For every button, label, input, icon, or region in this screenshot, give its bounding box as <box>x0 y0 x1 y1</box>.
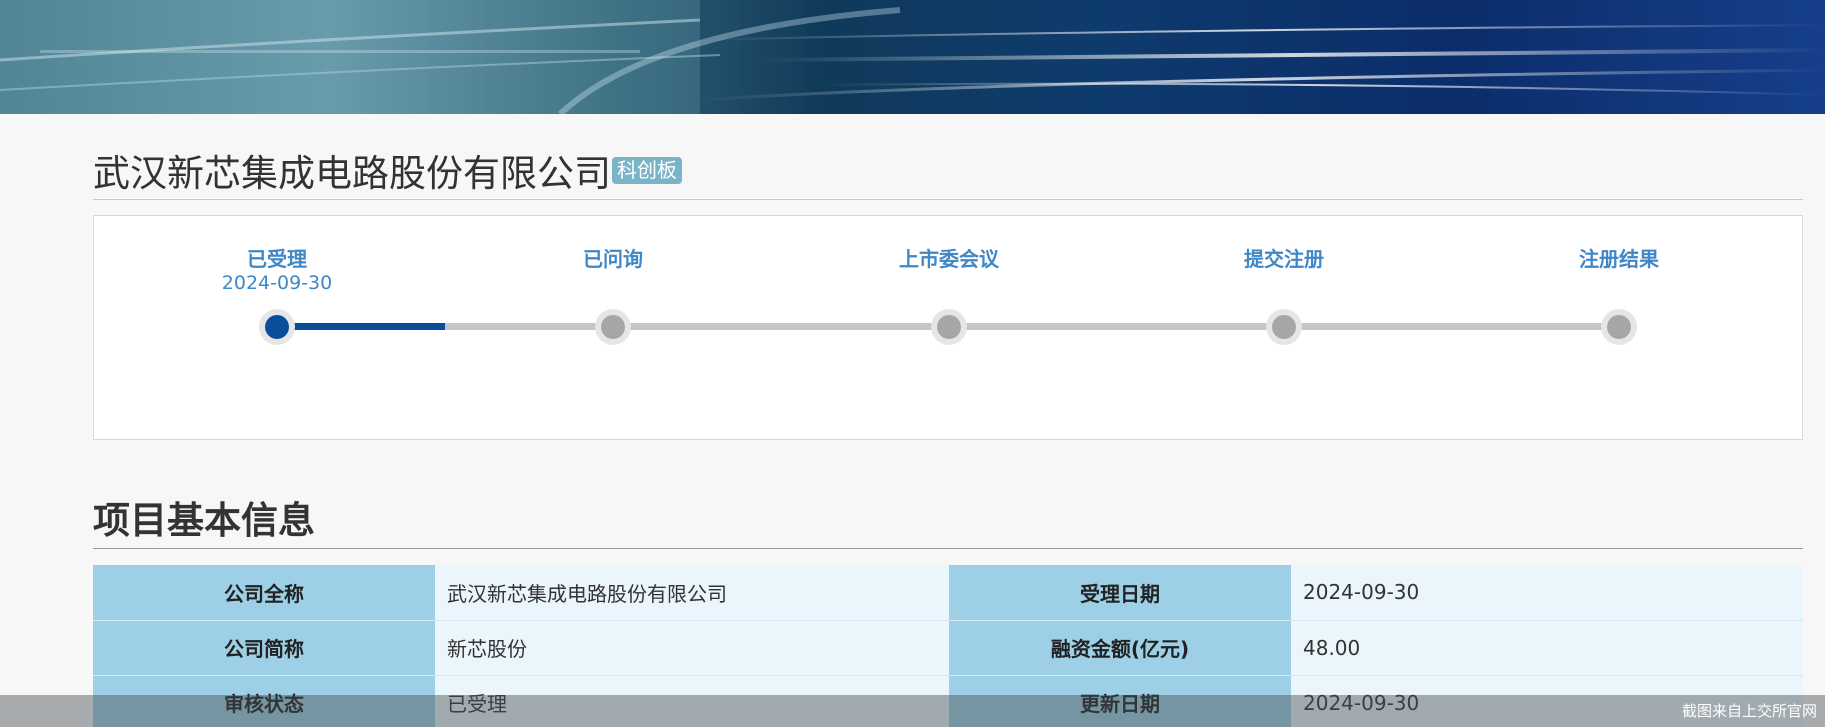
step-label-accepted: 已受理 <box>247 247 307 271</box>
table-row: 公司全称 武汉新芯集成电路股份有限公司 受理日期 2024-09-30 <box>93 565 1803 621</box>
section-divider <box>93 548 1803 549</box>
value-accept-date: 2024-09-30 <box>1291 565 1803 621</box>
step-node-registration-result <box>1601 309 1637 345</box>
progress-track-fill <box>277 323 445 330</box>
step-label-inquired: 已问询 <box>583 247 643 271</box>
label-company-short-name: 公司简称 <box>93 620 435 676</box>
header-banner-image <box>0 0 1825 114</box>
step-node-accepted <box>259 309 295 345</box>
step-date-accepted: 2024-09-30 <box>221 272 333 294</box>
step-node-inquired <box>595 309 631 345</box>
step-label-listing-committee: 上市委会议 <box>899 247 999 271</box>
step-node-submit-registration <box>1266 309 1302 345</box>
table-row: 公司简称 新芯股份 融资金额(亿元) 48.00 <box>93 620 1803 676</box>
review-progress-panel: 已受理 2024-09-30 已问询 上市委会议 提交注册 注册结果 <box>93 215 1803 440</box>
company-title: 武汉新芯集成电路股份有限公司 <box>93 152 611 195</box>
step-label-submit-registration: 提交注册 <box>1244 247 1324 271</box>
value-financing-amount: 48.00 <box>1291 620 1803 676</box>
label-financing-amount: 融资金额(亿元) <box>949 620 1291 676</box>
label-company-full-name: 公司全称 <box>93 565 435 621</box>
board-badge: 科创板 <box>612 157 682 184</box>
section-title: 项目基本信息 <box>93 499 315 542</box>
label-accept-date: 受理日期 <box>949 565 1291 621</box>
step-label-registration-result: 注册结果 <box>1579 247 1659 271</box>
title-divider <box>93 199 1803 200</box>
bottom-overlay-bar <box>0 695 1825 727</box>
source-watermark: 截图来自上交所官网 <box>1681 702 1817 720</box>
value-company-full-name: 武汉新芯集成电路股份有限公司 <box>435 565 949 621</box>
step-node-listing-committee <box>931 309 967 345</box>
value-company-short-name: 新芯股份 <box>435 620 949 676</box>
